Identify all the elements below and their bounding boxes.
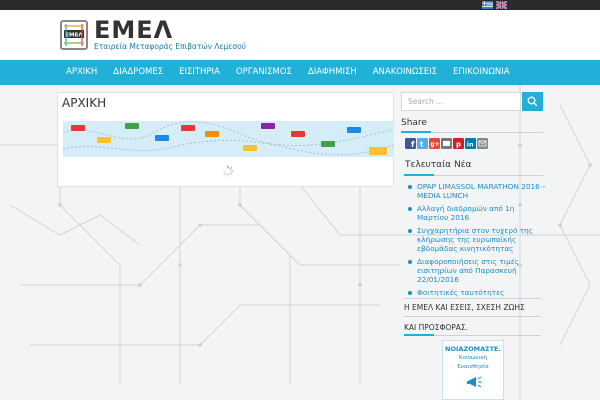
divider	[404, 298, 541, 299]
search-input[interactable]	[401, 92, 521, 111]
emel-widget-title-2: ΚΑΙ ΠΡΟΣΦΟΡΑΣ.	[404, 323, 469, 332]
search-icon	[527, 96, 538, 107]
search-button[interactable]	[522, 92, 543, 111]
facebook-icon[interactable]: f	[405, 138, 416, 149]
nav-item-announcements[interactable]: ΑΝΑΚΟΙΝΩΣΕΙΣ	[365, 60, 445, 85]
email-icon[interactable]	[477, 138, 488, 149]
news-list: OPAP LIMASSOL MARATHON 2016 – MEDIA LUNC…	[407, 182, 547, 301]
main-content: ΑΡΧΙΚΗ	[57, 92, 394, 187]
top-bar	[0, 0, 600, 10]
megaphone-icon	[467, 376, 482, 388]
logo-badge-text: ΕΜΕΛ	[65, 32, 83, 38]
news-item[interactable]: Συγχαρητήρια στον τυχερό της κλήρωσης τη…	[407, 226, 547, 253]
card-title: ΝΟΙΑΖΟΜΑΣΤΕ.	[445, 345, 501, 353]
news-item[interactable]: OPAP LIMASSOL MARATHON 2016 – MEDIA LUNC…	[407, 182, 547, 200]
card-subtitle-2: Ευαισθησία	[457, 364, 489, 370]
pinterest-icon[interactable]: p	[453, 138, 464, 149]
googleplus-icon[interactable]: g+	[429, 138, 440, 149]
news-item[interactable]: Φοιτητικές ταυτότητες	[407, 288, 547, 297]
site-header: ΕΜΕΛ ΕΜΕΛ Εταιρεία Μεταφοράς Επιβατών Λε…	[0, 10, 600, 60]
svg-text:f: f	[411, 140, 415, 149]
divider-accent	[404, 334, 434, 336]
linkedin-icon[interactable]: in	[465, 138, 476, 149]
emel-widget-title: Η ΕΜΕΛ ΚΑΙ ΕΣΕΙΣ, ΣΧΕΣΗ ΖΩΗΣ	[404, 303, 525, 312]
logo-mark-icon: ΕΜΕΛ	[60, 19, 88, 50]
news-item[interactable]: Διαφοροποιήσεις στις τιμές εισιτηρίων απ…	[407, 257, 547, 284]
nav-item-organization[interactable]: ΟΡΓΑΝΙΣΜΟΣ	[228, 60, 300, 85]
social-care-card[interactable]: ΝΟΙΑΖΟΜΑΣΤΕ. Κοινωνική Ευαισθησία	[442, 340, 504, 400]
page-title: ΑΡΧΙΚΗ	[62, 96, 107, 110]
nav-item-routes[interactable]: ΔΙΑΔΡΟΜΕΣ	[105, 60, 171, 85]
language-switcher	[482, 1, 507, 9]
bus-banner-image	[63, 121, 394, 157]
logo-title: ΕΜΕΛ	[94, 16, 174, 44]
nav-item-advertising[interactable]: ΔΙΑΦΗΜΙΣΗ	[300, 60, 365, 85]
card-subtitle-1: Κοινωνική	[458, 355, 488, 361]
uk-flag-icon[interactable]	[496, 1, 507, 9]
news-title: Τελευταία Νέα	[405, 160, 472, 170]
divider-accent	[401, 131, 431, 133]
digg-icon[interactable]	[441, 138, 452, 149]
nav-item-home[interactable]: ΑΡΧΙΚΗ	[58, 60, 105, 85]
news-item[interactable]: Αλλαγή διαδρομών από 1η Μαρτίου 2016	[407, 204, 547, 222]
svg-text:in: in	[467, 141, 474, 149]
share-title: Share	[401, 118, 427, 128]
logo-subtitle: Εταιρεία Μεταφοράς Επιβατών Λεμεσού	[94, 42, 247, 51]
share-icons: f t g+ p in	[405, 138, 488, 149]
site-logo[interactable]: ΕΜΕΛ ΕΜΕΛ Εταιρεία Μεταφοράς Επιβατών Λε…	[60, 18, 246, 51]
nav-item-contact[interactable]: ΕΠΙΚΟΙΝΩΝΙΑ	[445, 60, 518, 85]
main-nav: ΑΡΧΙΚΗ ΔΙΑΔΡΟΜΕΣ ΕΙΣΙΤΗΡΙΑ ΟΡΓΑΝΙΣΜΟΣ ΔΙ…	[0, 60, 600, 85]
nav-item-tickets[interactable]: ΕΙΣΙΤΗΡΙΑ	[171, 60, 228, 85]
svg-text:g+: g+	[430, 141, 439, 148]
divider-accent	[404, 174, 434, 176]
search-widget	[401, 92, 544, 111]
twitter-icon[interactable]: t	[417, 138, 428, 149]
divider	[404, 316, 541, 317]
svg-text:p: p	[456, 141, 461, 149]
loading-spinner-icon	[222, 165, 234, 177]
greek-flag-icon[interactable]	[482, 1, 493, 9]
